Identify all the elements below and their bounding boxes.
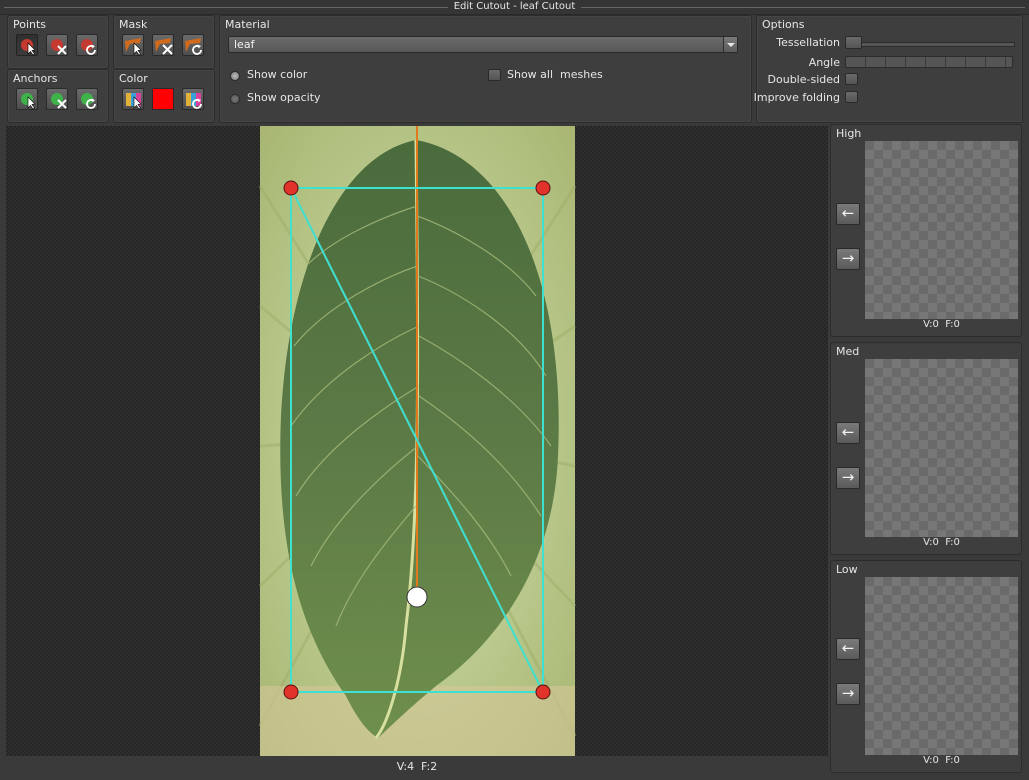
select-mask-icon (125, 38, 142, 56)
improve-folding-label: Improve folding (753, 91, 840, 104)
tessellation-slider-handle[interactable] (845, 36, 862, 49)
cutout-viewport[interactable] (6, 126, 828, 756)
control-point[interactable] (283, 180, 299, 196)
lod-label: High (836, 127, 862, 140)
arrow-left-icon: ← (841, 204, 855, 222)
select-point-button[interactable] (16, 34, 38, 56)
anchor-point[interactable] (406, 586, 428, 608)
reset-anchor-button[interactable] (76, 88, 98, 110)
reset-color-icon (186, 93, 202, 109)
show-opacity-label[interactable]: Show opacity (247, 91, 321, 104)
reset-color-button[interactable] (182, 88, 204, 110)
points-group: Points (7, 15, 109, 69)
reset-point-icon (81, 39, 96, 55)
lod-preview (865, 577, 1018, 755)
improve-folding-checkbox[interactable] (845, 91, 858, 103)
lod-panel-low: Low ← → V:0 F:0 (830, 560, 1022, 773)
lod-panel-med: Med ← → V:0 F:0 (830, 342, 1022, 555)
color-group: Color (113, 69, 215, 123)
viewport-canvas[interactable] (6, 126, 828, 756)
lod-preview (865, 141, 1018, 319)
show-color-radio[interactable] (230, 71, 240, 81)
anchors-group: Anchors (7, 69, 109, 123)
lod-next-button[interactable]: → (836, 248, 860, 270)
control-point[interactable] (535, 180, 551, 196)
arrow-right-icon: → (841, 249, 855, 267)
arrow-left-icon: ← (841, 639, 855, 657)
show-opacity-radio[interactable] (230, 94, 240, 104)
delete-mask-button[interactable] (152, 34, 174, 56)
points-label: Points (13, 18, 47, 31)
select-mask-button[interactable] (122, 34, 144, 56)
delete-point-button[interactable] (46, 34, 68, 56)
delete-anchor-icon (51, 93, 67, 109)
lod-prev-button[interactable]: ← (836, 638, 860, 660)
select-point-icon (21, 39, 36, 56)
material-dropdown[interactable]: leaf (228, 36, 738, 53)
show-all-meshes-checkbox[interactable] (488, 69, 501, 81)
reset-anchor-icon (81, 93, 96, 109)
color-label: Color (119, 72, 148, 85)
reset-mask-button[interactable] (182, 34, 204, 56)
material-selected: leaf (234, 38, 255, 51)
reset-mask-icon (185, 38, 202, 55)
lod-label: Low (836, 563, 858, 576)
chevron-down-icon[interactable] (723, 37, 737, 52)
lod-count: V:0 F:0 (923, 537, 960, 548)
pick-color-icon (126, 93, 142, 110)
lod-label: Med (836, 345, 860, 358)
lod-preview (865, 359, 1018, 537)
lod-panel-high: High ← → V:0 F:0 (830, 124, 1022, 337)
select-anchor-button[interactable] (16, 88, 38, 110)
lod-count: V:0 F:0 (923, 319, 960, 330)
delete-anchor-button[interactable] (46, 88, 68, 110)
options-group: Options Tessellation Angle Double-sided … (753, 15, 1023, 123)
control-point[interactable] (535, 684, 551, 700)
title-bar: Edit Cutout - leaf Cutout (0, 0, 1029, 15)
control-point[interactable] (283, 684, 299, 700)
color-swatch[interactable] (152, 88, 174, 110)
select-anchor-icon (21, 93, 36, 110)
viewport-status: V:4 F:2 (396, 760, 438, 773)
tessellation-label: Tessellation (776, 36, 840, 49)
material-group: Material leaf Show color Show opacity Sh… (219, 15, 752, 123)
window-title: Edit Cutout - leaf Cutout (447, 1, 582, 12)
arrow-left-icon: ← (841, 423, 855, 441)
show-all-meshes-label[interactable]: Show all meshes (507, 68, 603, 81)
double-sided-label: Double-sided (767, 73, 840, 86)
reset-point-button[interactable] (76, 34, 98, 56)
tessellation-slider[interactable] (845, 42, 1015, 47)
delete-mask-icon (155, 38, 173, 55)
lod-next-button[interactable]: → (836, 683, 860, 705)
lod-count: V:0 F:0 (923, 755, 960, 766)
angle-label: Angle (808, 56, 840, 69)
arrow-right-icon: → (841, 684, 855, 702)
lod-next-button[interactable]: → (836, 467, 860, 489)
mask-group: Mask (113, 15, 215, 69)
lod-prev-button[interactable]: ← (836, 422, 860, 444)
lod-prev-button[interactable]: ← (836, 203, 860, 225)
material-label: Material (225, 18, 270, 31)
arrow-right-icon: → (841, 468, 855, 486)
anchors-label: Anchors (13, 72, 58, 85)
delete-point-icon (51, 39, 67, 55)
double-sided-checkbox[interactable] (845, 73, 858, 85)
mask-label: Mask (119, 18, 148, 31)
pick-color-button[interactable] (122, 88, 144, 110)
options-label: Options (762, 18, 805, 31)
show-color-label[interactable]: Show color (247, 68, 307, 81)
angle-slider[interactable] (845, 56, 1013, 68)
